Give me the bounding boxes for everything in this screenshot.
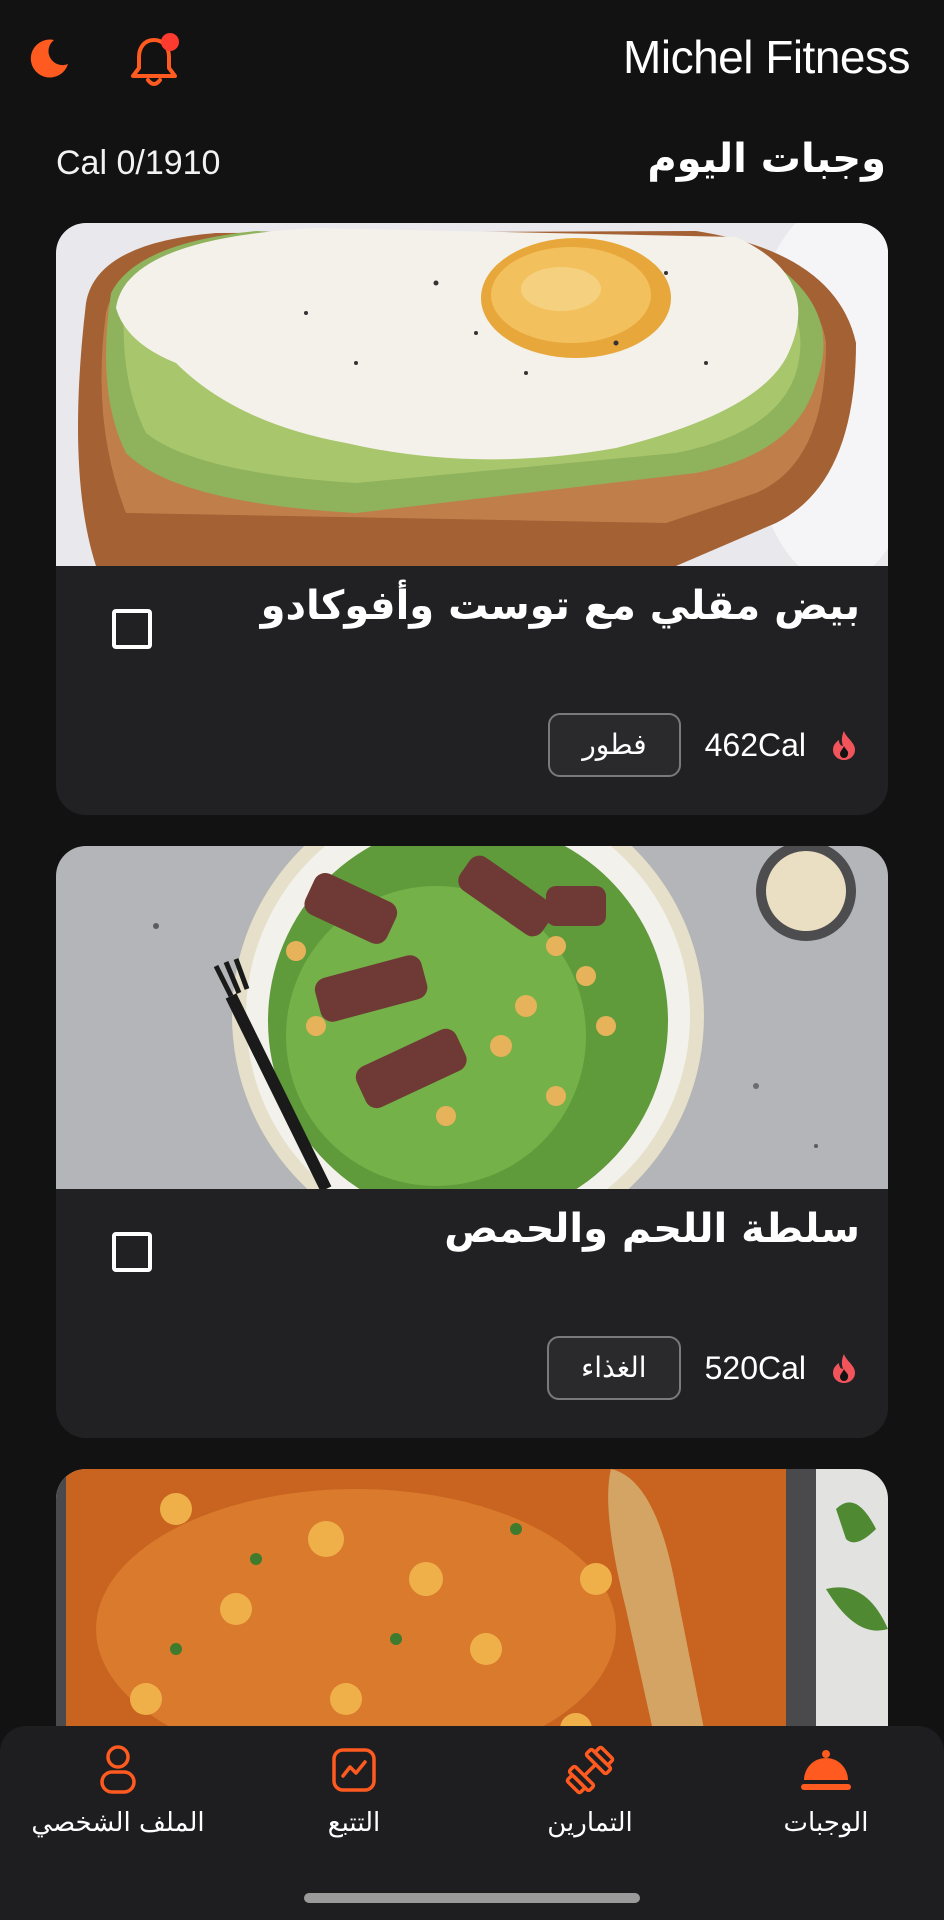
- bottom-nav: الملف الشخصي التتبع التمارين الوجبات: [0, 1726, 944, 1920]
- profile-icon: [100, 1745, 136, 1794]
- meal-meta: 520Cal الغذاء: [547, 1336, 858, 1400]
- meal-calories: 520Cal: [704, 1349, 806, 1386]
- nav-label: التتبع: [327, 1808, 381, 1838]
- tracking-icon: [332, 1748, 376, 1792]
- meal-photo: [56, 223, 888, 566]
- bell-icon[interactable]: [128, 30, 184, 90]
- calorie-total: Cal 0/1910: [56, 144, 221, 182]
- nav-item-tracking[interactable]: التتبع: [236, 1744, 472, 1838]
- meal-name: بيض مقلي مع توست وأفوكادو: [260, 583, 860, 629]
- meal-photo: [56, 846, 888, 1189]
- home-indicator[interactable]: [304, 1893, 640, 1903]
- nav-label: التمارين: [547, 1808, 633, 1838]
- flame-icon: [833, 731, 855, 760]
- meal-type-tag[interactable]: فطور: [548, 713, 681, 777]
- section-title: وجبات اليوم: [647, 136, 886, 182]
- nav-item-workouts[interactable]: التمارين: [472, 1744, 708, 1838]
- meal-done-checkbox[interactable]: [112, 1232, 152, 1272]
- moon-icon[interactable]: [28, 36, 72, 80]
- nav-item-meals[interactable]: الوجبات: [708, 1744, 944, 1838]
- cloche-icon: [801, 1750, 851, 1790]
- meal-name: سلطة اللحم والحمص: [444, 1206, 860, 1252]
- app-title: Michel Fitness: [623, 31, 910, 83]
- nav-label: الوجبات: [783, 1808, 869, 1838]
- meal-calories: 462Cal: [704, 726, 806, 763]
- nav-item-profile[interactable]: الملف الشخصي: [0, 1744, 236, 1838]
- meal-done-checkbox[interactable]: [112, 609, 152, 649]
- app-header: Michel Fitness: [0, 0, 944, 120]
- flame-icon: [833, 1354, 855, 1383]
- nav-label: الملف الشخصي: [31, 1808, 205, 1838]
- notification-dot: [161, 33, 179, 51]
- dumbbell-icon: [565, 1745, 615, 1795]
- meal-meta: 462Cal فطور: [548, 713, 858, 777]
- meal-card[interactable]: سلطة اللحم والحمص 520Cal الغذاء: [56, 846, 888, 1438]
- meal-card[interactable]: بيض مقلي مع توست وأفوكادو 462Cal فطور: [56, 223, 888, 815]
- meal-type-tag[interactable]: الغذاء: [547, 1336, 681, 1400]
